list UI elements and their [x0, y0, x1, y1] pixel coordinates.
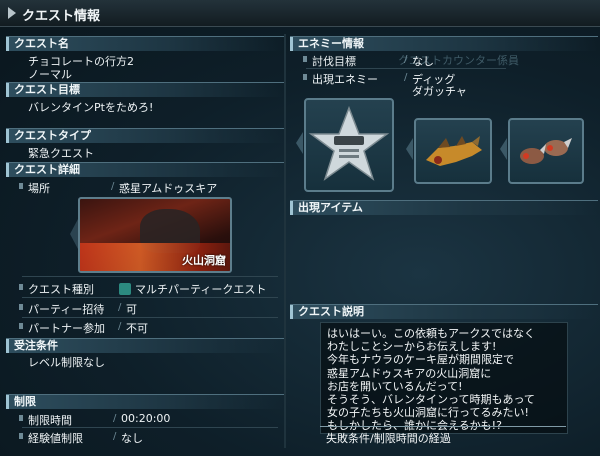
location-label: 場所 — [19, 182, 50, 195]
quest-name-header: クエスト名 — [6, 36, 284, 51]
time-limit-value: / 00:20:00 — [113, 412, 171, 425]
special-enemy-card[interactable] — [304, 98, 394, 192]
dagaccha-enemy-icon — [520, 138, 572, 164]
spawn-enemy-2: ダガッチャ — [412, 85, 467, 98]
window-title: クエスト情報 — [22, 9, 101, 24]
party-invite-value: / 可 — [118, 301, 137, 317]
divider — [22, 276, 278, 277]
category-label: クエスト種別 — [19, 283, 94, 296]
value-slash-icon: / — [113, 413, 117, 424]
value-slash-icon: / — [404, 72, 408, 83]
divider — [22, 317, 278, 318]
exp-limit-text: なし — [121, 432, 143, 445]
value-slash-icon: / — [118, 321, 122, 332]
divider — [22, 297, 278, 298]
card-tab-icon — [406, 138, 413, 160]
items-header: 出現アイテム — [290, 200, 598, 215]
star-emblem-icon — [308, 105, 390, 181]
party-invite-label: パーティー招待 — [18, 303, 105, 316]
quest-difficulty: ノーマル — [28, 68, 72, 81]
limits-header: 制限 — [6, 394, 284, 409]
partner-label: パートナー参加 — [19, 322, 105, 335]
value-slash-icon: / — [111, 181, 115, 192]
party-invite-text: 可 — [126, 303, 137, 316]
enemy-info-column: エネミー情報 クエストカウンター係員 討伐目標 / なし 出現エネミー / ディッグ… — [290, 34, 598, 448]
exp-limit-value: / なし — [113, 430, 143, 446]
quest-detail-header: クエスト詳細 — [6, 162, 284, 177]
time-limit-label: 制限時間 — [19, 414, 72, 427]
enemy-card-digg[interactable] — [414, 118, 492, 184]
target-text: なし — [412, 55, 434, 68]
divider — [306, 68, 506, 69]
conditions-text: レベル制限なし — [28, 356, 105, 369]
spawn-label: 出現エネミー — [303, 73, 378, 86]
card-tab-icon — [296, 132, 303, 154]
multi-party-icon — [119, 283, 131, 295]
divider — [22, 427, 278, 428]
location-text: 惑星アムドゥスキア — [119, 182, 218, 195]
category-value: マルチパーティークエスト — [119, 281, 266, 297]
divider — [320, 426, 566, 427]
exp-limit-label: 経験値制限 — [19, 432, 83, 445]
quest-detail-column: クエスト名 チョコレートの行方2 ノーマル クエスト目標 バレンタインPtをため… — [6, 34, 284, 448]
column-divider — [284, 34, 286, 448]
quest-type-header: クエストタイプ — [6, 128, 284, 143]
conditions-header: 受注条件 — [6, 338, 284, 353]
area-caption: 火山洞窟 — [182, 254, 226, 267]
title-marker-icon — [8, 7, 16, 19]
quest-info-window: クエスト情報 クエスト名 チョコレートの行方2 ノーマル クエスト目標 バレンタ… — [0, 0, 600, 456]
partner-value: / 不可 — [118, 320, 148, 336]
value-slash-icon: / — [404, 54, 408, 65]
digg-enemy-icon — [426, 136, 482, 166]
partner-text: 不可 — [126, 322, 148, 335]
target-label: 討伐目標 — [303, 55, 356, 68]
category-text: マルチパーティークエスト — [135, 283, 267, 296]
area-thumb-tab-icon — [70, 219, 78, 249]
area-thumbnail: 火山洞窟 — [78, 197, 232, 273]
time-limit-text: 00:20:00 — [121, 412, 171, 425]
quest-goal: バレンタインPtをためろ! — [28, 101, 154, 114]
value-slash-icon: / — [118, 302, 122, 313]
enemy-card-dagaccha[interactable] — [508, 118, 584, 184]
location-value: / 惑星アムドゥスキア — [111, 180, 218, 196]
target-value: / なし — [404, 53, 434, 69]
card-tab-icon — [500, 138, 507, 160]
quest-type: 緊急クエスト — [28, 147, 94, 160]
quest-description: はいはーい。この依頼もアークスではなく わたしことシーからお伝えします! 今年も… — [320, 322, 568, 434]
title-bar: クエスト情報 — [0, 0, 600, 27]
description-header: クエスト説明 — [290, 304, 598, 319]
enemy-header: エネミー情報 — [290, 36, 598, 51]
fail-condition: 失敗条件/制限時間の経過 — [326, 432, 451, 445]
value-slash-icon: / — [113, 431, 117, 442]
quest-goal-header: クエスト目標 — [6, 82, 284, 97]
